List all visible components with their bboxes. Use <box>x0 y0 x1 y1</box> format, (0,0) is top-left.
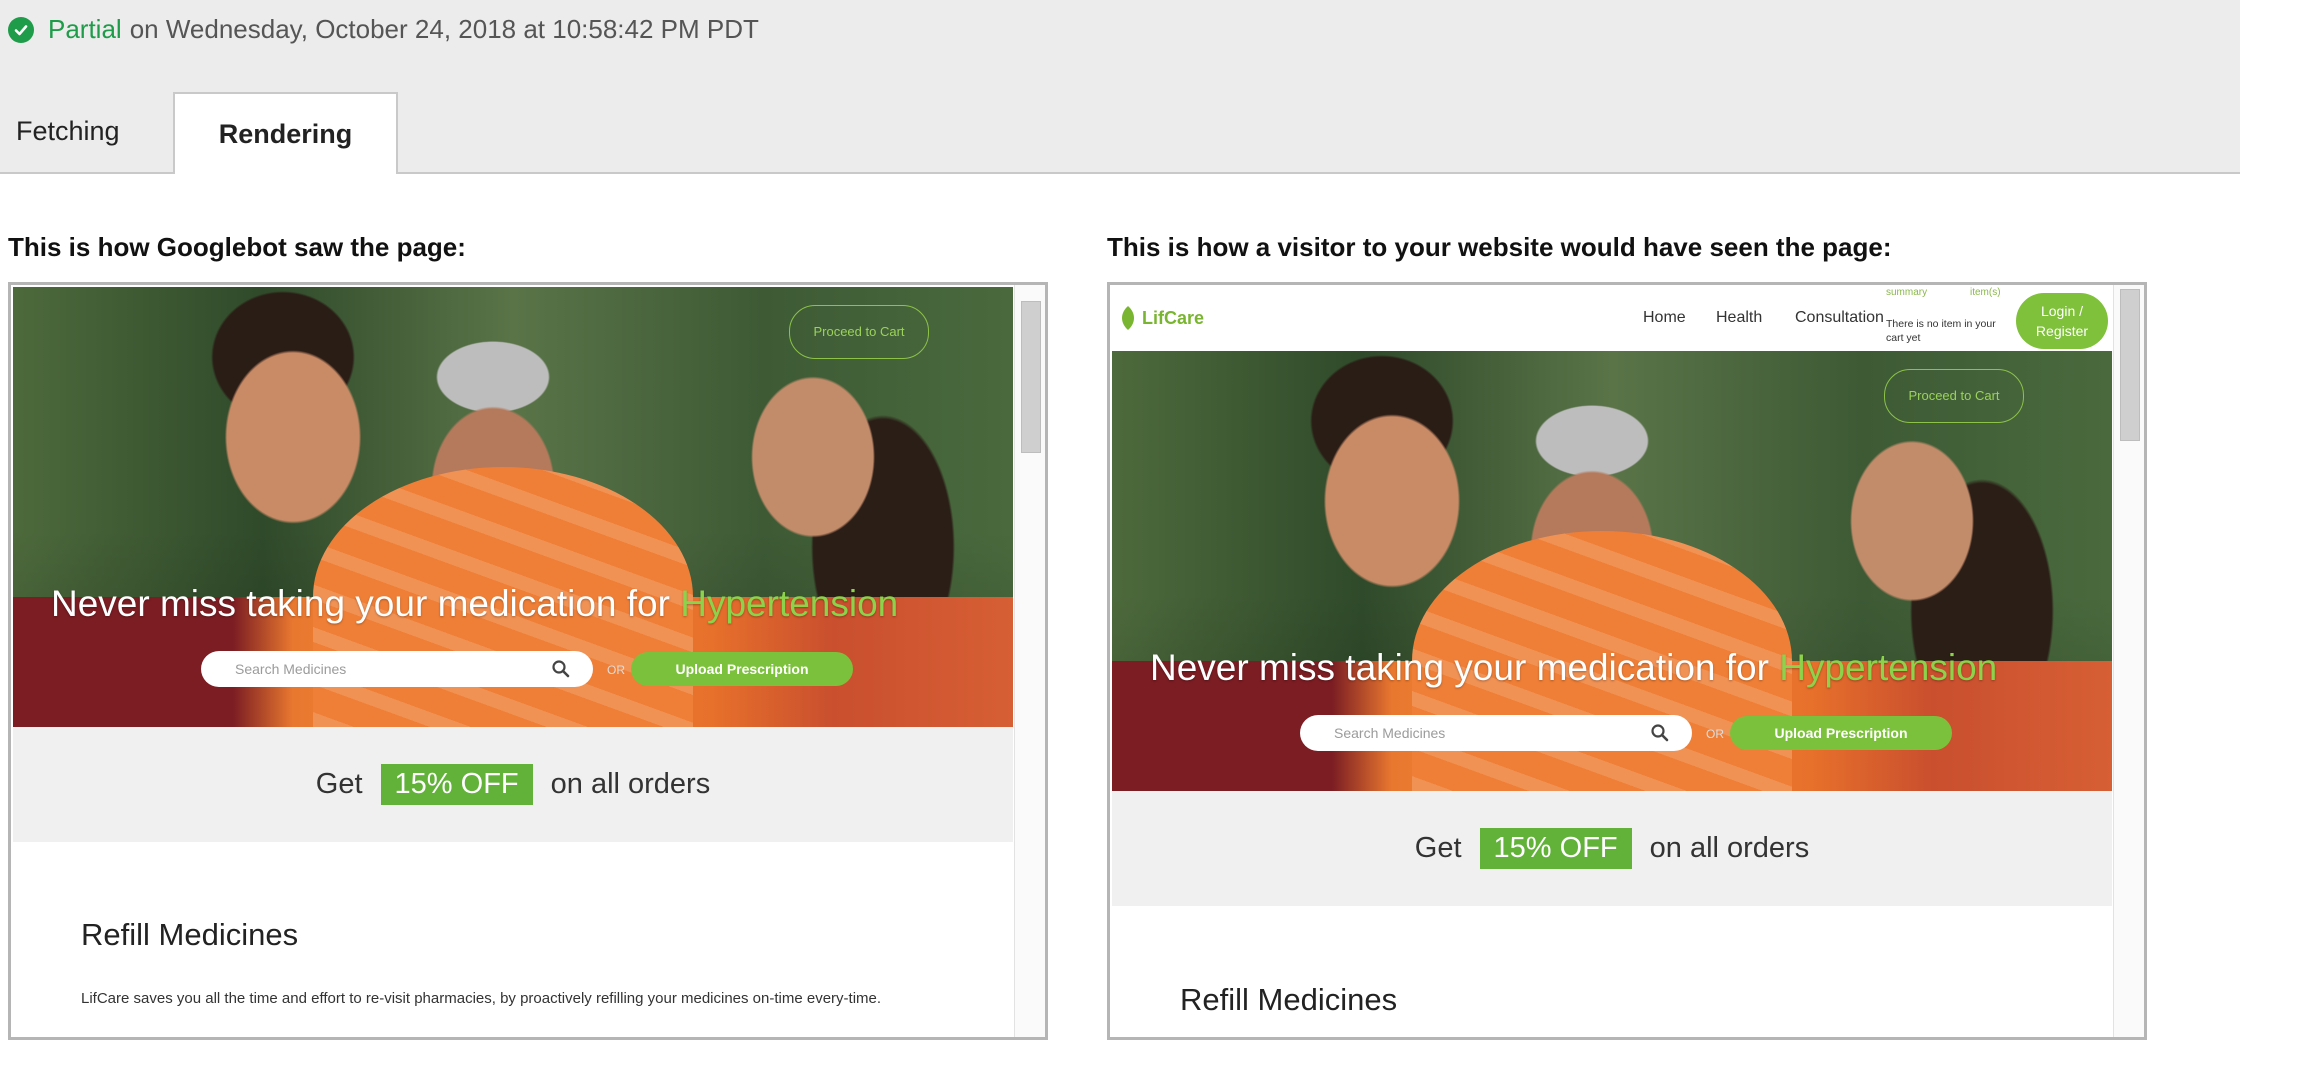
nav-health[interactable]: Health <box>1716 309 1762 327</box>
promo-banner: Get 15% OFF on all orders <box>1112 791 2112 906</box>
status-text: on Wednesday, October 24, 2018 at 10:58:… <box>129 14 759 44</box>
promo-rest: on all orders <box>1649 832 1810 864</box>
search-icon[interactable] <box>1650 723 1670 743</box>
search-placeholder: Search Medicines <box>235 661 347 677</box>
cart-summary-label: summary <box>1886 287 1928 298</box>
promo-banner: Get 15% OFF on all orders <box>13 727 1013 842</box>
hero-headline: Never miss taking your medication for Hy… <box>1150 647 2110 689</box>
logo-text: LifCare <box>1142 307 1205 328</box>
search-medicines-input[interactable]: Search Medicines <box>1300 715 1692 751</box>
headline-text: Never miss taking your medication for <box>1150 647 1780 688</box>
rendered-page: Proceed to Cart Never miss taking your m… <box>13 287 1013 1037</box>
tab-fetching[interactable]: Fetching <box>16 116 120 147</box>
headline-highlight: Hypertension <box>1779 647 1998 688</box>
search-icon[interactable] <box>551 659 571 679</box>
cart-empty-note: There is no item in your cart yet <box>1886 318 1996 344</box>
promo-get: Get <box>1414 832 1462 864</box>
report-header: Partial on Wednesday, October 24, 2018 a… <box>0 0 2240 174</box>
refill-medicines-title: Refill Medicines <box>81 917 299 952</box>
search-placeholder: Search Medicines <box>1334 725 1446 741</box>
login-register-button[interactable]: Login / Register <box>2016 293 2108 349</box>
googlebot-view-heading: This is how Googlebot saw the page: <box>8 232 466 262</box>
scrollbar-thumb[interactable] <box>1021 301 1041 453</box>
visitor-render-frame[interactable]: LifCare Home Health Consultation summary… <box>1107 282 2147 1040</box>
hero-banner: Proceed to Cart Never miss taking your m… <box>1112 351 2112 791</box>
nav-consultation[interactable]: Consultation <box>1795 309 1884 327</box>
leaf-logo-icon <box>1122 306 1134 330</box>
promo-rest: on all orders <box>550 768 711 800</box>
hero-headline: Never miss taking your medication for Hy… <box>51 583 1011 625</box>
refill-medicines-title: Refill Medicines <box>1180 982 1398 1017</box>
nav-home[interactable]: Home <box>1643 309 1686 327</box>
scrollbar-thumb[interactable] <box>2120 289 2140 441</box>
visitor-view-heading: This is how a visitor to your website wo… <box>1107 232 1892 262</box>
hero-banner: Proceed to Cart Never miss taking your m… <box>13 287 1013 727</box>
promo-discount-badge: 15% OFF <box>1479 828 1632 869</box>
status-word: Partial <box>48 14 122 44</box>
fetch-status: Partial on Wednesday, October 24, 2018 a… <box>8 14 759 45</box>
check-circle-icon <box>8 16 34 43</box>
scrollbar[interactable] <box>2113 285 2144 1037</box>
googlebot-render-frame[interactable]: Proceed to Cart Never miss taking your m… <box>8 282 1048 1040</box>
headline-highlight: Hypertension <box>680 583 899 624</box>
scrollbar[interactable] <box>1014 285 1045 1037</box>
tab-rendering[interactable]: Rendering <box>173 92 398 174</box>
proceed-to-cart-button[interactable]: Proceed to Cart <box>789 305 929 359</box>
site-navbar: LifCare Home Health Consultation summary… <box>1112 287 2112 351</box>
cart-items-label: item(s) <box>1970 287 2001 298</box>
promo-get: Get <box>315 768 363 800</box>
search-medicines-input[interactable]: Search Medicines <box>201 651 593 687</box>
rendered-page: LifCare Home Health Consultation summary… <box>1112 287 2112 1037</box>
upload-prescription-button[interactable]: Upload Prescription <box>631 652 853 686</box>
refill-medicines-description: LifCare saves you all the time and effor… <box>81 990 882 1007</box>
headline-text: Never miss taking your medication for <box>51 583 681 624</box>
proceed-to-cart-button[interactable]: Proceed to Cart <box>1884 369 2024 423</box>
promo-discount-badge: 15% OFF <box>380 764 533 805</box>
upload-prescription-button[interactable]: Upload Prescription <box>1730 716 1952 750</box>
or-separator: OR <box>1706 727 1724 741</box>
or-separator: OR <box>607 663 625 677</box>
lifcare-logo[interactable]: LifCare <box>1118 305 1204 331</box>
